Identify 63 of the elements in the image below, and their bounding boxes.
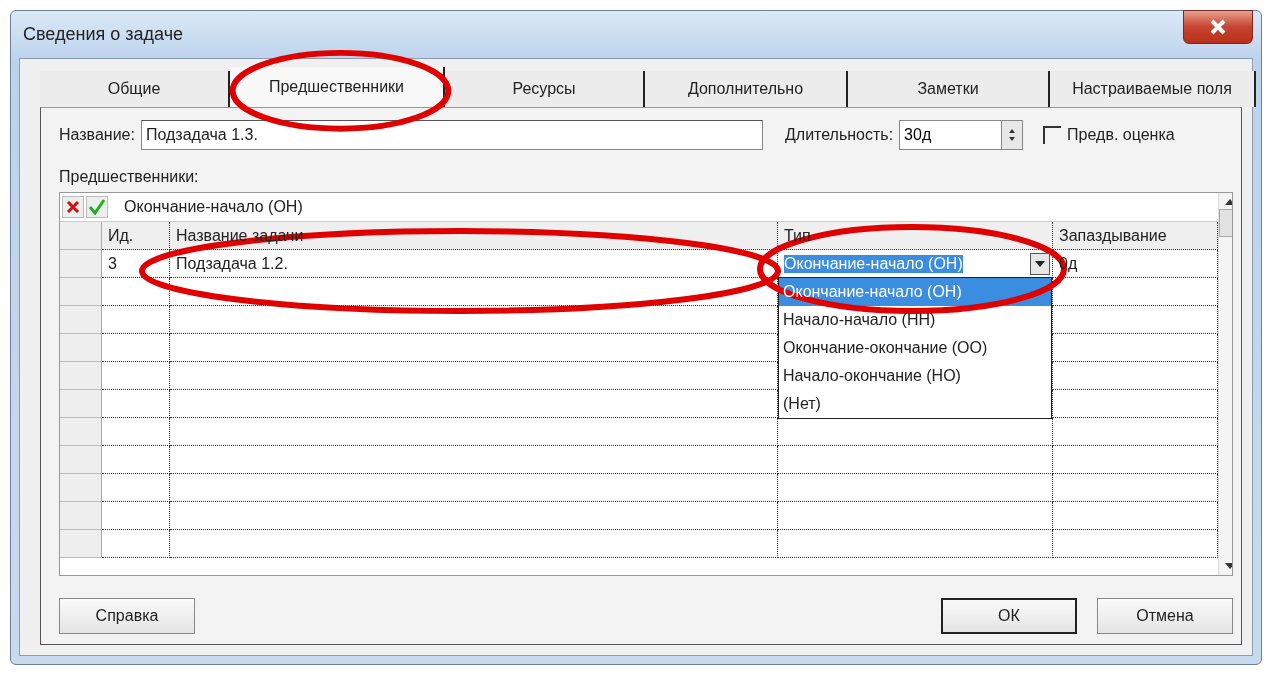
dialog-button[interactable]: Справка xyxy=(59,598,195,634)
table-cell[interactable] xyxy=(170,390,778,418)
table-cell[interactable] xyxy=(1053,390,1218,418)
field-label: Название: xyxy=(59,126,135,144)
table-cell[interactable] xyxy=(778,418,1053,446)
table-cell[interactable] xyxy=(1053,502,1218,530)
table-cell[interactable] xyxy=(102,334,170,362)
tab[interactable]: Дополнительно xyxy=(645,71,848,107)
section-label: Предшественники: xyxy=(59,168,200,186)
table-cell[interactable] xyxy=(102,474,170,502)
close-icon xyxy=(1209,18,1227,35)
table-cell[interactable] xyxy=(1053,530,1218,558)
table-cell[interactable] xyxy=(102,530,170,558)
table-cell[interactable] xyxy=(778,502,1053,530)
checkbox-label: Предв. оценка xyxy=(1067,126,1175,144)
spin-button[interactable] xyxy=(1001,120,1024,150)
corner-cell xyxy=(60,222,102,250)
check-icon[interactable] xyxy=(86,196,108,218)
cancel-icon[interactable] xyxy=(62,196,84,218)
table-cell[interactable] xyxy=(102,362,170,390)
table-cell[interactable] xyxy=(1053,362,1218,390)
table-cell[interactable] xyxy=(170,418,778,446)
table-cell[interactable] xyxy=(170,530,778,558)
tab[interactable]: Общие xyxy=(40,71,230,107)
name-field[interactable]: Подзадача 1.3. xyxy=(140,120,763,150)
table-cell: Подзадача 1.2. xyxy=(170,250,778,278)
dropdown-button[interactable] xyxy=(1030,252,1050,275)
tab[interactable]: Ресурсы xyxy=(445,71,645,107)
table-cell[interactable] xyxy=(102,390,170,418)
table-cell[interactable] xyxy=(1053,474,1218,502)
entry-field[interactable]: Окончание-начало (ОН) xyxy=(116,198,303,216)
table-cell[interactable] xyxy=(102,502,170,530)
table-cell[interactable] xyxy=(170,362,778,390)
scroll-down-icon[interactable] xyxy=(1225,563,1232,569)
caret-icon xyxy=(1035,260,1045,267)
column-header: Ид. xyxy=(102,222,170,250)
table-cell[interactable] xyxy=(1053,418,1218,446)
table-cell[interactable] xyxy=(102,418,170,446)
table-cell[interactable] xyxy=(170,474,778,502)
table-cell[interactable] xyxy=(102,306,170,334)
dialog-button[interactable]: ОК xyxy=(941,598,1077,634)
table-cell[interactable] xyxy=(170,446,778,474)
table-cell[interactable] xyxy=(1053,278,1218,306)
duration-field[interactable]: 30д xyxy=(899,120,1002,150)
tab[interactable]: Предшественники xyxy=(230,67,445,107)
table-cell[interactable] xyxy=(1053,334,1218,362)
close-button[interactable] xyxy=(1183,9,1253,44)
table-cell[interactable] xyxy=(778,474,1053,502)
table-cell[interactable] xyxy=(778,530,1053,558)
window-title: Сведения о задаче xyxy=(22,24,183,45)
table-cell[interactable] xyxy=(102,278,170,306)
table-cell[interactable] xyxy=(170,334,778,362)
scroll-up-icon[interactable] xyxy=(1225,199,1232,205)
tab[interactable]: Заметки xyxy=(848,71,1050,107)
field-label: Длительность: xyxy=(784,126,894,144)
column-header: Запаздывание xyxy=(1053,222,1218,250)
table-cell[interactable] xyxy=(778,446,1053,474)
tab[interactable]: Настраиваемые поля xyxy=(1050,71,1256,107)
table-cell[interactable] xyxy=(102,446,170,474)
table-cell[interactable] xyxy=(170,502,778,530)
dialog-button[interactable]: Отмена xyxy=(1097,598,1233,634)
table-cell[interactable] xyxy=(1053,306,1218,334)
table-cell[interactable] xyxy=(1053,446,1218,474)
